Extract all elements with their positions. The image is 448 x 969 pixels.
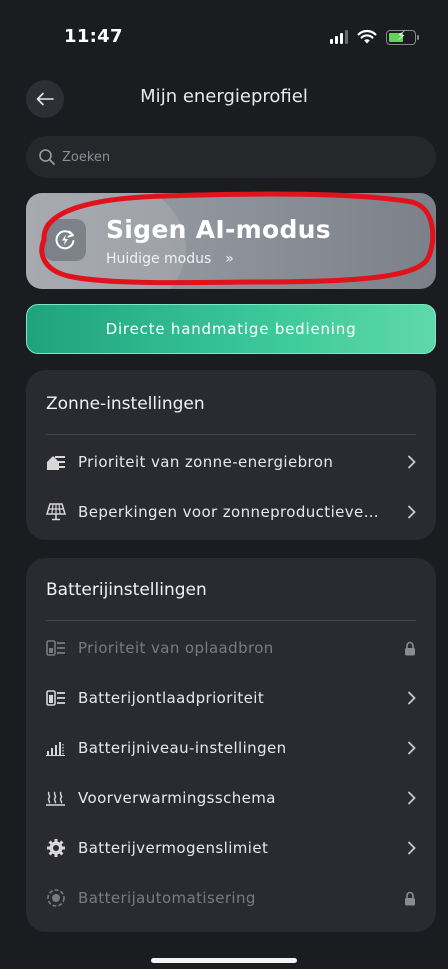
charge-source-priority-row[interactable]: Prioriteit van oplaadbron	[46, 628, 416, 668]
divider	[46, 434, 416, 435]
preheat-schedule-label: Voorverwarmingsschema	[78, 789, 276, 807]
search-bar[interactable]	[26, 136, 436, 178]
battery-level-settings-row[interactable]: Batterijniveau-instellingen	[46, 728, 416, 768]
solar-panel-icon	[46, 502, 66, 522]
status-bar: 11:47 ⚡	[0, 26, 448, 52]
discharge-priority-icon	[46, 688, 66, 708]
charge-source-priority-label: Prioriteit van oplaadbron	[78, 639, 274, 657]
charge-source-icon	[46, 638, 66, 658]
solar-source-priority-row[interactable]: Prioriteit van zonne-energiebron	[46, 442, 416, 482]
status-time: 11:47	[64, 26, 123, 47]
battery-level-icon	[46, 738, 66, 758]
chevron-right-icon	[400, 505, 416, 519]
preheat-schedule-row[interactable]: Voorverwarmingsschema	[46, 778, 416, 818]
chevron-right-icon	[400, 791, 416, 805]
battery-automation-row[interactable]: Batterijautomatisering	[46, 878, 416, 918]
preheat-icon	[46, 788, 66, 808]
automation-icon	[46, 888, 66, 908]
direct-manual-control-button[interactable]: Directe handmatige bediening	[26, 304, 436, 354]
signal-icon	[330, 30, 348, 44]
discharge-priority-row[interactable]: Batterijontlaadprioriteit	[46, 678, 416, 718]
house-priority-icon	[46, 452, 66, 472]
chevron-right-icon	[400, 741, 416, 755]
lock-icon	[400, 641, 416, 656]
chevron-right-icon	[400, 841, 416, 855]
solar-settings-title: Zonne-instellingen	[46, 394, 205, 414]
current-mode-link[interactable]: Huidige modus »	[106, 251, 234, 267]
solar-source-priority-label: Prioriteit van zonne-energiebron	[78, 453, 334, 471]
solar-production-limits-row[interactable]: Beperkingen voor zonneproductieve…	[46, 492, 416, 532]
lock-icon	[400, 891, 416, 906]
battery-icon: ⚡	[386, 29, 419, 45]
chevron-right-icon	[400, 455, 416, 469]
page-title: Mijn energieprofiel	[140, 86, 308, 107]
search-icon	[39, 149, 55, 165]
status-icons: ⚡	[330, 29, 419, 45]
battery-settings-title: Batterijinstellingen	[46, 580, 207, 600]
battery-automation-label: Batterijautomatisering	[78, 889, 256, 907]
search-input[interactable]	[62, 149, 402, 165]
double-chevron-icon: »	[225, 251, 234, 267]
ai-mode-icon	[44, 219, 86, 261]
ai-mode-title: Sigen AI-modus	[106, 215, 331, 244]
home-indicator[interactable]	[151, 958, 297, 963]
battery-settings-card: Batterijinstellingen Prioriteit van opla…	[26, 558, 436, 932]
battery-power-limit-label: Batterijvermogenslimiet	[78, 839, 269, 857]
solar-settings-card: Zonne-instellingen Prioriteit van zonne-…	[26, 370, 436, 540]
current-mode-label: Huidige modus	[106, 251, 212, 267]
chevron-right-icon	[400, 691, 416, 705]
battery-level-settings-label: Batterijniveau-instellingen	[78, 739, 287, 757]
discharge-priority-label: Batterijontlaadprioriteit	[78, 689, 265, 707]
ai-mode-card[interactable]: Sigen AI-modus Huidige modus »	[26, 193, 436, 289]
divider	[46, 620, 416, 621]
battery-power-limit-row[interactable]: Batterijvermogenslimiet	[46, 828, 416, 868]
wifi-icon	[357, 29, 377, 44]
solar-production-limits-label: Beperkingen voor zonneproductieve…	[78, 503, 380, 521]
gear-icon	[46, 838, 66, 858]
screen: 11:47 ⚡ Mijn energieprofiel Zoeken Sigen…	[0, 0, 448, 969]
